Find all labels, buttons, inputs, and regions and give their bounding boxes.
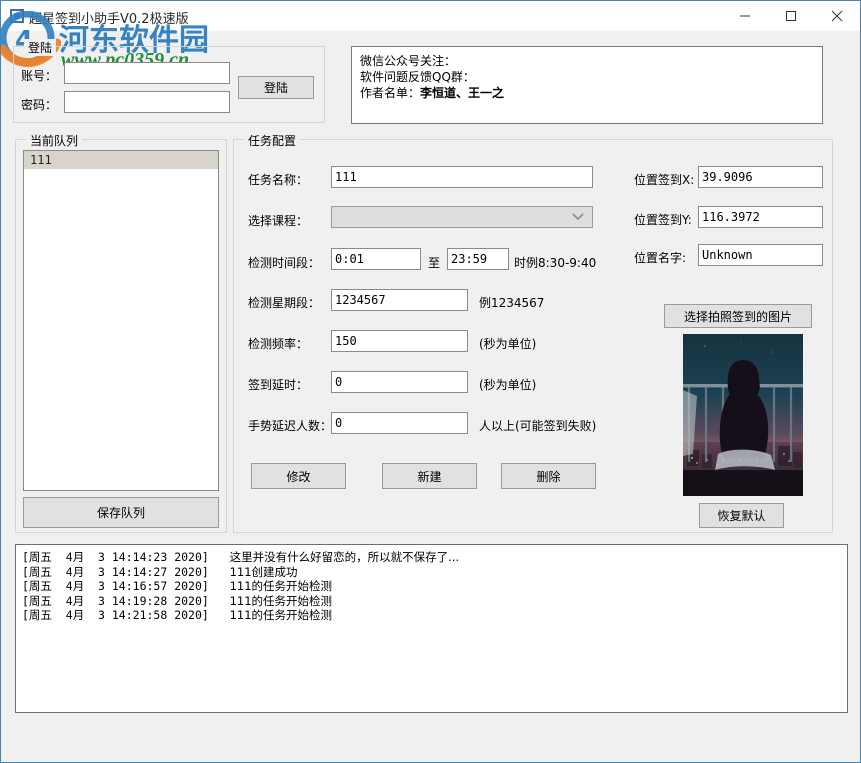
log-message: 111创建成功 bbox=[230, 565, 298, 579]
choose-photo-button[interactable]: 选择拍照签到的图片 bbox=[664, 304, 812, 328]
delay-unit: (秒为单位) bbox=[479, 376, 536, 393]
log-timestamp: [周五 4月 3 14:16:57 2020] bbox=[22, 579, 209, 593]
queue-group-title: 当前队列 bbox=[26, 132, 82, 149]
log-line: [周五 4月 3 14:14:23 2020] 这里并没有什么好留恋的，所以就不… bbox=[22, 550, 841, 565]
app-icon bbox=[10, 9, 24, 23]
course-select[interactable] bbox=[331, 206, 593, 228]
detect-time-label: 检测时间段： bbox=[248, 254, 320, 271]
password-label: 密码： bbox=[21, 96, 57, 113]
login-group-title: 登陆 bbox=[24, 39, 56, 56]
gesture-label: 手势延迟人数： bbox=[248, 417, 332, 434]
log-line: [周五 4月 3 14:16:57 2020] 111的任务开始检测 bbox=[22, 579, 841, 594]
wechat-line: 微信公众号关注： bbox=[360, 53, 814, 69]
gesture-unit: 人以上(可能签到失败) bbox=[479, 417, 596, 434]
delay-label: 签到延时： bbox=[248, 376, 308, 393]
time-to-input[interactable] bbox=[447, 248, 509, 270]
window-controls bbox=[722, 1, 860, 31]
maximize-button[interactable] bbox=[768, 1, 814, 31]
qq-group-line: 软件问题反馈QQ群： bbox=[360, 69, 814, 85]
log-timestamp: [周五 4月 3 14:19:28 2020] bbox=[22, 594, 209, 608]
account-label: 账号： bbox=[21, 67, 57, 84]
log-message: 111的任务开始检测 bbox=[230, 608, 332, 622]
log-output[interactable]: [周五 4月 3 14:14:23 2020] 这里并没有什么好留恋的，所以就不… bbox=[15, 544, 848, 713]
authors-line: 作者名单：李恒道、王一之 bbox=[360, 85, 814, 101]
task-config-group-title: 任务配置 bbox=[244, 132, 300, 149]
photo-preview bbox=[683, 334, 803, 496]
time-hint: 时例8:30-9:40 bbox=[514, 254, 596, 271]
log-message: 这里并没有什么好留恋的，所以就不保存了... bbox=[230, 550, 459, 564]
course-label: 选择课程： bbox=[248, 212, 308, 229]
log-message: 111的任务开始检测 bbox=[230, 579, 332, 593]
location-name-label: 位置名字: bbox=[634, 249, 686, 266]
task-name-label: 任务名称： bbox=[248, 171, 308, 188]
close-button[interactable] bbox=[814, 1, 860, 31]
log-line: [周五 4月 3 14:21:58 2020] 111的任务开始检测 bbox=[22, 608, 841, 623]
location-x-input[interactable] bbox=[698, 166, 823, 188]
password-input[interactable] bbox=[64, 91, 230, 113]
weekday-hint: 例1234567 bbox=[479, 294, 544, 311]
delete-button[interactable]: 删除 bbox=[501, 463, 596, 489]
location-y-label: 位置签到Y: bbox=[634, 211, 692, 228]
new-button[interactable]: 新建 bbox=[382, 463, 477, 489]
weekday-label: 检测星期段： bbox=[248, 294, 320, 311]
time-to-label: 至 bbox=[428, 254, 440, 271]
log-line: [周五 4月 3 14:14:27 2020] 111创建成功 bbox=[22, 565, 841, 580]
frequency-unit: (秒为单位) bbox=[479, 335, 536, 352]
location-name-input[interactable] bbox=[698, 244, 823, 266]
log-timestamp: [周五 4月 3 14:21:58 2020] bbox=[22, 608, 209, 622]
app-window: 超星签到小助手V0.2极速版 4 河东软件园 www.pc0359.cn 登陆 … bbox=[0, 0, 861, 763]
minimize-button[interactable] bbox=[722, 1, 768, 31]
delay-input[interactable] bbox=[331, 371, 468, 393]
queue-listbox[interactable]: 111 bbox=[23, 150, 219, 491]
location-y-input[interactable] bbox=[698, 206, 823, 228]
window-title: 超星签到小助手V0.2极速版 bbox=[29, 8, 189, 27]
restore-default-button[interactable]: 恢复默认 bbox=[699, 503, 784, 528]
log-timestamp: [周五 4月 3 14:14:27 2020] bbox=[22, 565, 209, 579]
frequency-input[interactable] bbox=[331, 330, 468, 352]
log-timestamp: [周五 4月 3 14:14:23 2020] bbox=[22, 550, 209, 564]
task-name-input[interactable] bbox=[331, 166, 593, 188]
log-line: [周五 4月 3 14:19:28 2020] 111的任务开始检测 bbox=[22, 594, 841, 609]
authors-value: 李恒道、王一之 bbox=[420, 86, 504, 100]
announcement-box: 微信公众号关注： 软件问题反馈QQ群： 作者名单：李恒道、王一之 bbox=[351, 46, 823, 124]
login-button[interactable]: 登陆 bbox=[238, 76, 314, 99]
title-bar: 超星签到小助手V0.2极速版 bbox=[1, 1, 860, 31]
authors-label: 作者名单： bbox=[360, 86, 420, 100]
frequency-label: 检测频率： bbox=[248, 335, 308, 352]
modify-button[interactable]: 修改 bbox=[251, 463, 346, 489]
save-queue-button[interactable]: 保存队列 bbox=[23, 497, 219, 528]
list-item[interactable]: 111 bbox=[24, 151, 218, 169]
location-x-label: 位置签到X: bbox=[634, 171, 694, 188]
weekday-input[interactable] bbox=[331, 289, 468, 311]
log-message: 111的任务开始检测 bbox=[230, 594, 332, 608]
gesture-input[interactable] bbox=[331, 412, 468, 434]
chevron-down-icon bbox=[572, 210, 584, 224]
time-from-input[interactable] bbox=[331, 248, 421, 270]
account-input[interactable] bbox=[64, 62, 230, 84]
